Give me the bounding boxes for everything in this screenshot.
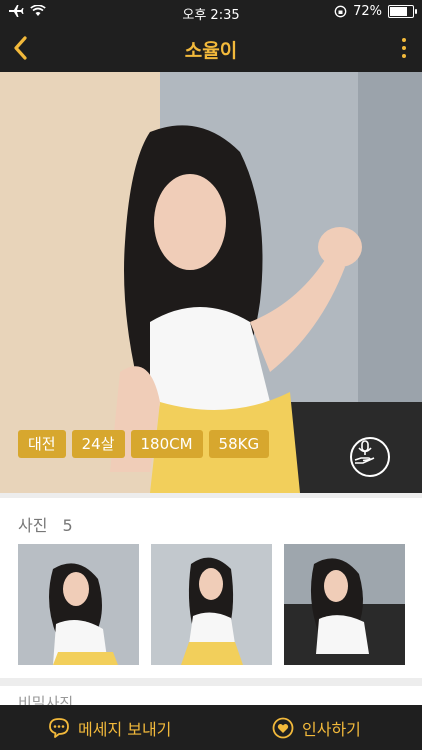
tag-height: 180CM [130, 430, 203, 458]
voice-button[interactable] [350, 437, 390, 477]
greet-label: 인사하기 [302, 719, 361, 739]
battery-icon [388, 5, 417, 18]
bottom-action-bar: 메세지 보내기 인사하기 [0, 705, 422, 750]
photo-thumbnail[interactable] [18, 544, 139, 665]
secret-photos-section: 비밀사진 [0, 686, 422, 712]
photo-thumbnail[interactable] [151, 544, 272, 665]
photos-count: 5 [62, 516, 73, 535]
more-menu-button[interactable] [398, 36, 410, 60]
photo-thumbnail[interactable] [284, 544, 405, 665]
tag-age: 24살 [71, 430, 125, 458]
photos-title: 사진 [18, 516, 48, 535]
status-right: 72% [334, 4, 417, 19]
heart-circle-icon [272, 717, 294, 738]
photos-header: 사진 5 [18, 512, 73, 536]
orientation-lock-icon [334, 5, 347, 18]
chat-bubble-icon [49, 717, 69, 738]
tag-location: 대전 [18, 430, 66, 458]
battery-percent: 72% [353, 4, 382, 19]
page-title: 소율이 [184, 40, 238, 62]
send-message-button[interactable]: 메세지 보내기 [48, 705, 171, 750]
more-dot-icon [402, 46, 406, 50]
photos-section: 사진 5 [0, 498, 422, 678]
photo-thumbnails [18, 544, 405, 665]
greet-button[interactable]: 인사하기 [272, 705, 361, 750]
status-bar: 오후 2:35 72% [0, 0, 422, 24]
send-message-label: 메세지 보내기 [78, 719, 172, 739]
microphone-hand-icon [354, 440, 375, 464]
profile-photo[interactable]: 대전 24살 180CM 58KG [0, 72, 422, 493]
profile-tags: 대전 24살 180CM 58KG [18, 430, 270, 458]
more-dot-icon [402, 54, 406, 58]
more-dot-icon [402, 38, 406, 42]
nav-bar: 소율이 [0, 24, 422, 72]
tag-weight: 58KG [208, 430, 270, 458]
